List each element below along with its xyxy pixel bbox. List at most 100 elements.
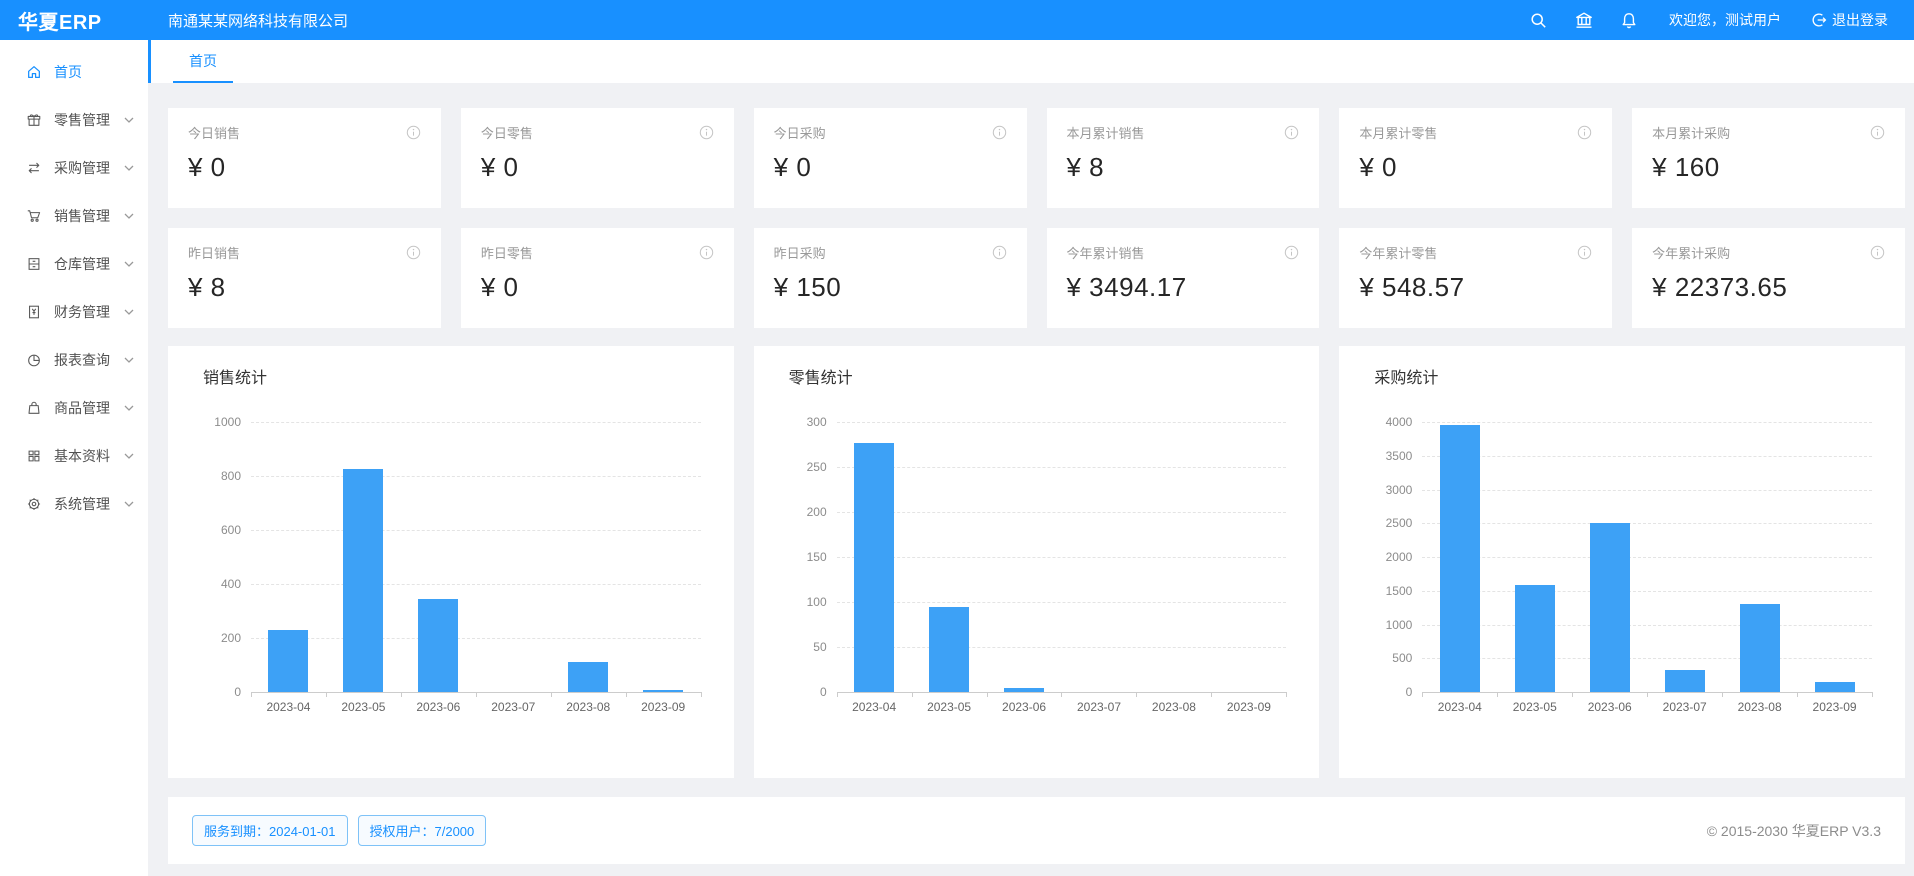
x-axis-label: 2023-04 <box>1422 700 1497 714</box>
stat-card-today-retail: 今日零售 ¥ 0 <box>461 108 734 208</box>
info-icon[interactable] <box>406 125 421 140</box>
bell-icon[interactable] <box>1621 12 1637 29</box>
info-icon[interactable] <box>1577 125 1592 140</box>
y-axis-tick-label: 200 <box>221 631 241 645</box>
finance-icon <box>26 304 42 320</box>
y-axis-tick-label: 3500 <box>1386 449 1413 463</box>
bank-icon[interactable] <box>1575 12 1593 29</box>
logout-button[interactable]: 退出登录 <box>1811 10 1888 30</box>
tab-home[interactable]: 首页 <box>173 40 233 83</box>
x-axis-tick <box>1211 692 1212 697</box>
x-axis-tick <box>912 692 913 697</box>
bar <box>643 690 683 692</box>
bar <box>268 630 308 692</box>
x-axis-label: 2023-04 <box>837 700 912 714</box>
stat-card-value: ¥ 160 <box>1652 152 1885 183</box>
gridline <box>1422 456 1872 457</box>
sidebar-item-label: 仓库管理 <box>54 254 110 274</box>
info-icon[interactable] <box>699 245 714 260</box>
x-axis-label: 2023-05 <box>912 700 987 714</box>
bar <box>1815 682 1855 692</box>
sidebar-item-system[interactable]: 系统管理 <box>0 480 148 528</box>
sidebar-item-label: 销售管理 <box>54 206 110 226</box>
sidebar-item-label: 商品管理 <box>54 398 110 418</box>
gridline <box>1422 557 1872 558</box>
x-axis-labels: 2023-042023-052023-062023-072023-082023-… <box>837 700 1287 714</box>
sidebar-item-warehouse[interactable]: 仓库管理 <box>0 240 148 288</box>
sidebar-item-retail[interactable]: 零售管理 <box>0 96 148 144</box>
gridline <box>251 422 701 423</box>
gridline <box>1422 591 1872 592</box>
bar <box>568 662 608 692</box>
info-icon[interactable] <box>1870 245 1885 260</box>
chevron-down-icon <box>124 501 134 507</box>
y-axis-tick-label: 600 <box>221 523 241 537</box>
x-axis-tick <box>1722 692 1723 697</box>
y-axis-tick-label: 2500 <box>1386 516 1413 530</box>
stat-card-year-retail: 今年累计零售 ¥ 548.57 <box>1339 228 1612 328</box>
bar <box>1740 604 1780 692</box>
info-icon[interactable] <box>992 125 1007 140</box>
x-axis-label: 2023-05 <box>1497 700 1572 714</box>
sidebar-item-basic-data[interactable]: 基本资料 <box>0 432 148 480</box>
info-icon[interactable] <box>406 245 421 260</box>
gridline <box>837 512 1287 513</box>
x-axis-label: 2023-06 <box>987 700 1062 714</box>
stat-card-yesterday-retail: 昨日零售 ¥ 0 <box>461 228 734 328</box>
stat-card-today-purchase: 今日采购 ¥ 0 <box>754 108 1027 208</box>
stat-card-value: ¥ 0 <box>1359 152 1592 183</box>
x-axis-label: 2023-08 <box>1722 700 1797 714</box>
search-icon[interactable] <box>1530 12 1547 29</box>
gridline <box>1422 625 1872 626</box>
dashboard-content: 今日销售 ¥ 0 今日零售 ¥ 0 今日采购 ¥ 0 本月累计销售 ¥ 8 本月… <box>148 83 1914 876</box>
sidebar-item-sales[interactable]: 销售管理 <box>0 192 148 240</box>
x-axis-label: 2023-05 <box>326 700 401 714</box>
pie-chart-icon <box>26 352 42 368</box>
stat-card-value: ¥ 8 <box>1067 152 1300 183</box>
x-axis-label: 2023-08 <box>551 700 626 714</box>
main-area: 首页 今日销售 ¥ 0 今日零售 ¥ 0 今日采购 ¥ 0 本月累计销售 <box>148 40 1914 876</box>
welcome-text: 欢迎您，测试用户 <box>1669 10 1781 30</box>
chevron-down-icon <box>124 453 134 459</box>
gridline <box>251 638 701 639</box>
x-axis-tick <box>251 692 252 697</box>
sidebar-item-reports[interactable]: 报表查询 <box>0 336 148 384</box>
stat-card-label: 昨日零售 <box>481 243 533 262</box>
sidebar-item-goods[interactable]: 商品管理 <box>0 384 148 432</box>
x-axis-label: 2023-08 <box>1136 700 1211 714</box>
x-axis-tick <box>1061 692 1062 697</box>
app-logo: 华夏ERP <box>0 6 148 35</box>
y-axis-tick-label: 1500 <box>1386 584 1413 598</box>
info-icon[interactable] <box>699 125 714 140</box>
bar <box>1004 688 1044 693</box>
sidebar-item-finance[interactable]: 财务管理 <box>0 288 148 336</box>
gridline <box>837 422 1287 423</box>
bar <box>854 443 894 692</box>
stat-card-month-sales: 本月累计销售 ¥ 8 <box>1047 108 1320 208</box>
chevron-down-icon <box>124 213 134 219</box>
top-bar: 华夏ERP 南通某某网络科技有限公司 欢迎您，测试用户 退出登录 <box>0 0 1914 40</box>
info-icon[interactable] <box>1870 125 1885 140</box>
info-icon[interactable] <box>1284 245 1299 260</box>
sidebar-item-purchase[interactable]: 采购管理 <box>0 144 148 192</box>
licensed-users-badge: 授权用户：7/2000 <box>358 815 487 846</box>
chart-title: 采购统计 <box>1374 364 1880 388</box>
info-icon[interactable] <box>1284 125 1299 140</box>
chevron-down-icon <box>124 309 134 315</box>
sidebar-item-home[interactable]: 首页 <box>0 48 148 96</box>
purchase-chart-panel: 采购统计 05001000150020002500300035004000 20… <box>1339 346 1905 778</box>
gift-icon <box>26 112 42 128</box>
info-icon[interactable] <box>1577 245 1592 260</box>
x-axis-tick <box>476 692 477 697</box>
x-axis-tick <box>837 692 838 697</box>
x-axis-tick <box>987 692 988 697</box>
y-axis-tick-label: 250 <box>807 460 827 474</box>
gridline <box>837 647 1287 648</box>
chevron-down-icon <box>124 117 134 123</box>
x-axis-label: 2023-09 <box>626 700 701 714</box>
stat-card-value: ¥ 548.57 <box>1359 272 1592 303</box>
gridline <box>837 557 1287 558</box>
stat-card-year-sales: 今年累计销售 ¥ 3494.17 <box>1047 228 1320 328</box>
gridline <box>1422 658 1872 659</box>
info-icon[interactable] <box>992 245 1007 260</box>
